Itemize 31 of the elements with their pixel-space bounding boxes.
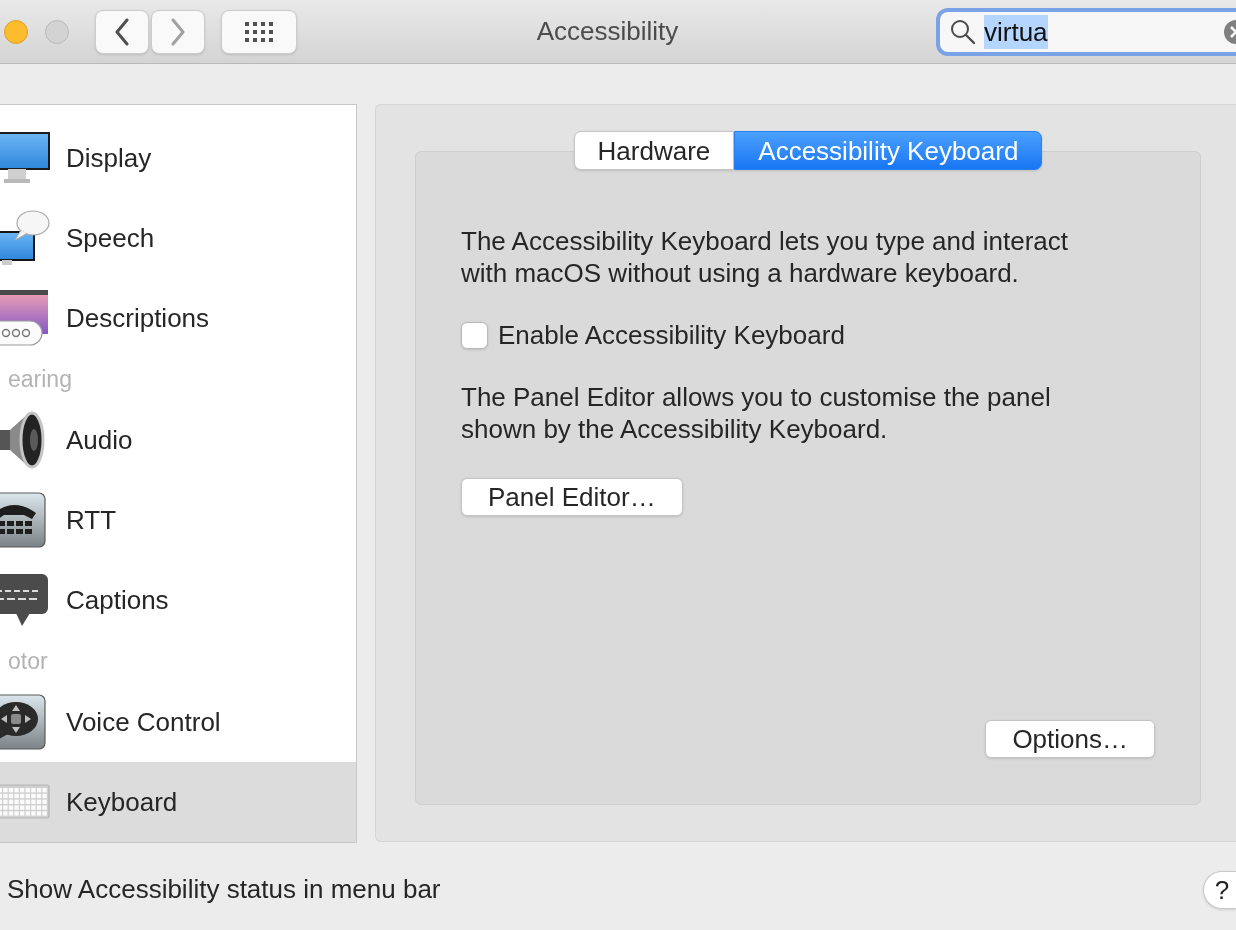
- search-field[interactable]: virtua: [936, 7, 1236, 56]
- sidebar-item[interactable]: Keyboard: [0, 762, 356, 842]
- sidebar-section-heading: otor: [7, 646, 48, 676]
- keyboard-icon: [0, 784, 50, 820]
- clear-icon[interactable]: [1222, 18, 1236, 45]
- panel-editor-button[interactable]: Panel Editor…: [461, 478, 683, 516]
- grid-icon: [245, 21, 273, 42]
- help-button[interactable]: ?: [1203, 870, 1236, 909]
- description-text: The Panel Editor allows you to customise the panel shown by the Accessibility Keyboard.: [461, 381, 1052, 445]
- options-button[interactable]: Options…: [985, 720, 1155, 758]
- monitor-icon: [0, 132, 50, 184]
- back-button[interactable]: [95, 9, 149, 54]
- window-title: Accessibility: [535, 15, 680, 48]
- sidebar-section-heading: earing: [7, 364, 72, 394]
- telephone-keypad-icon: [0, 492, 46, 548]
- chevron-right-icon: [170, 17, 186, 46]
- checkbox[interactable]: [461, 321, 488, 349]
- monitor-speech-bubble-icon: [0, 210, 50, 266]
- description-text: The Accessibility Keyboard lets you type and interact with macOS without using a hardware keyboard.: [461, 225, 1069, 289]
- menu-bar-status-label: Show Accessibility status in menu bar: [6, 873, 441, 906]
- show-all-button[interactable]: [221, 9, 297, 54]
- bubble-arrows-icon: [0, 694, 46, 750]
- chevron-left-icon: [114, 17, 130, 46]
- search-icon: [950, 18, 976, 45]
- speaker-icon: [0, 410, 46, 470]
- window-zoom-button[interactable]: [45, 19, 69, 44]
- tab[interactable]: Hardware: [573, 131, 735, 170]
- window-minimize-button[interactable]: [4, 19, 28, 44]
- caption-bubble-icon: [0, 573, 48, 627]
- screen-chat-bubble-icon: [0, 290, 48, 346]
- checkbox-label[interactable]: Enable Accessibility Keyboard: [498, 315, 845, 355]
